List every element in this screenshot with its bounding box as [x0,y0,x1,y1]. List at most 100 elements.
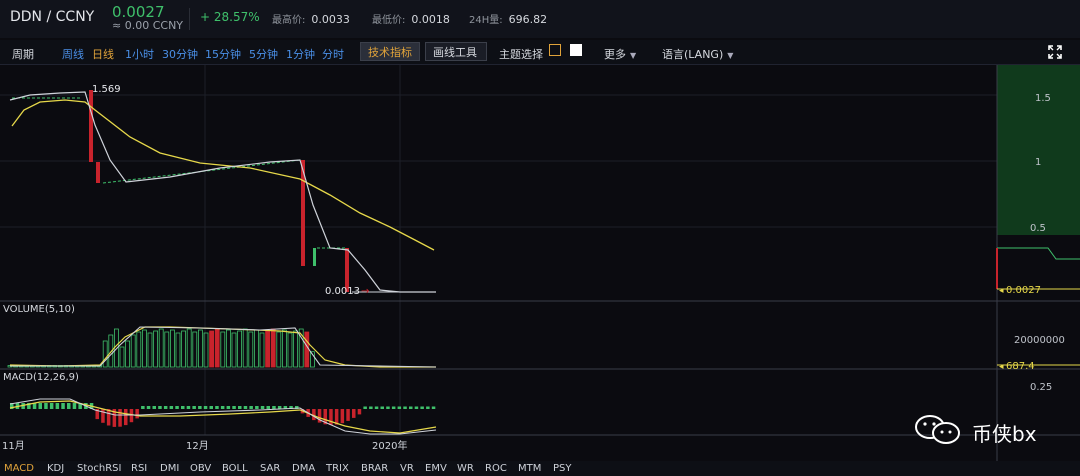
macd-bar [226,406,231,409]
macd-bar [426,406,430,409]
macd-bar [243,406,248,409]
interval-timeline[interactable]: 分时 [322,46,344,62]
volume-bar [287,332,293,368]
macd-bar [249,406,253,409]
indicator-psy[interactable]: PSY [553,463,572,474]
macd-bar [55,403,60,409]
volume-bar [141,329,147,368]
fullscreen-icon[interactable] [1047,44,1063,60]
volume-bar [265,330,271,368]
macd-bar [403,406,407,409]
low-stat: 最低价: 0.0018 [372,11,450,26]
macd-bar [272,406,276,409]
volume-bar [192,331,198,368]
theme-dark-swatch[interactable] [549,44,561,56]
volume-bar [147,332,153,368]
pair-name[interactable]: DDN / CCNY [10,9,94,25]
macd-bar [380,406,384,409]
volume-last-label: 687.4 [1006,361,1035,372]
indicator-stochrsi[interactable]: StochRSI [77,463,121,474]
draw-tools-button[interactable]: 画线工具 [425,42,487,61]
volume-bar [186,328,192,368]
period-label: 周期 [12,48,34,61]
macd-bar [49,403,54,409]
macd-bar [44,403,48,409]
language-menu[interactable]: 语言(LANG) ▼ [662,46,733,62]
macd-bar [374,406,379,409]
macd-bar [352,409,356,418]
macd-bar [169,406,174,409]
macd-bar [397,406,402,409]
volume-bar [248,331,254,368]
macd-bar [215,406,219,409]
last-price-arrow: ◂ [999,286,1004,296]
wechat-icon [915,415,960,444]
macd-bar [414,406,419,409]
volume-bars [7,328,315,368]
volume-ma-yellow [9,326,436,368]
volume-bar [237,330,243,368]
macd-bar [203,406,208,409]
volume-bar [225,329,231,368]
interval-1m[interactable]: 1分钟 [286,46,315,62]
main-grid [0,65,997,435]
indicator-dma[interactable]: DMA [292,463,315,474]
theme-light-swatch[interactable] [570,44,582,56]
macd-bar [67,403,71,409]
indicator-brar[interactable]: BRAR [361,463,388,474]
macd-bar [391,406,396,409]
indicator-trix[interactable]: TRIX [326,463,349,474]
macd-bar [192,406,196,409]
volume-stat: 24H量: 696.82 [469,11,547,26]
volume-bar [304,331,310,368]
interval-30m[interactable]: 30分钟 [162,46,198,62]
market-header: DDN / CCNY 0.0027 ≈ 0.00 CCNY + 28.57% 最… [0,0,1080,38]
macd-bar [181,406,185,409]
indicator-rsi[interactable]: RSI [131,463,147,474]
indicator-obv[interactable]: OBV [190,463,211,474]
tech-indicator-button[interactable]: 技术指标 [360,42,420,61]
indicator-wr[interactable]: WR [457,463,474,474]
macd-bar [431,406,436,409]
y-tick: 1 [1035,157,1041,168]
volume-bar [209,330,215,368]
volume-bar [253,329,259,368]
indicator-sar[interactable]: SAR [260,463,280,474]
indicator-vr[interactable]: VR [400,463,414,474]
indicator-kdj[interactable]: KDJ [47,463,64,474]
volume-bar [169,329,175,368]
volume-bar [164,331,170,368]
interval-1h[interactable]: 1小时 [125,46,154,62]
indicator-bar: MACD KDJ StochRSI RSI DMI OBV BOLL SAR D… [0,461,1080,476]
indicator-dmi[interactable]: DMI [160,463,179,474]
indicator-emv[interactable]: EMV [425,463,447,474]
volume-bar [175,332,181,368]
indicator-roc[interactable]: ROC [485,463,507,474]
macd-bar [129,409,134,423]
indicator-boll[interactable]: BOLL [222,463,248,474]
indicator-mtm[interactable]: MTM [518,463,541,474]
vol-label: 24H量: [469,15,503,26]
interval-15m[interactable]: 15分钟 [205,46,241,62]
volume-bar [259,332,265,368]
volume-bar [270,328,276,368]
volume-tick: 20000000 [1014,335,1065,346]
kline-chart[interactable]: 1.5 1 0.5 ◂ 0.0027 1.569 0.0013 → VOLUME… [0,65,1080,461]
more-menu[interactable]: 更多 ▼ [604,46,636,62]
volume-bar [119,346,125,368]
interval-5m[interactable]: 5分钟 [249,46,278,62]
interval-week[interactable]: 周线 [62,46,84,62]
low-label: 0.0013 [325,286,360,297]
y-tick: 0.5 [1030,223,1046,234]
macd-bar [141,406,145,409]
macd-bar [260,406,265,409]
macd-bar [266,406,270,409]
macd-bar [409,406,413,409]
indicator-macd[interactable]: MACD [4,463,34,474]
macd-bar [238,406,242,409]
macd-bar [346,409,350,421]
volume-bar [130,334,136,368]
high-value: 0.0033 [311,13,350,26]
chart-toolbar: 周期 周线 日线 1小时 30分钟 15分钟 5分钟 1分钟 分时 技术指标 画… [0,40,1080,65]
interval-day[interactable]: 日线 [92,46,114,62]
